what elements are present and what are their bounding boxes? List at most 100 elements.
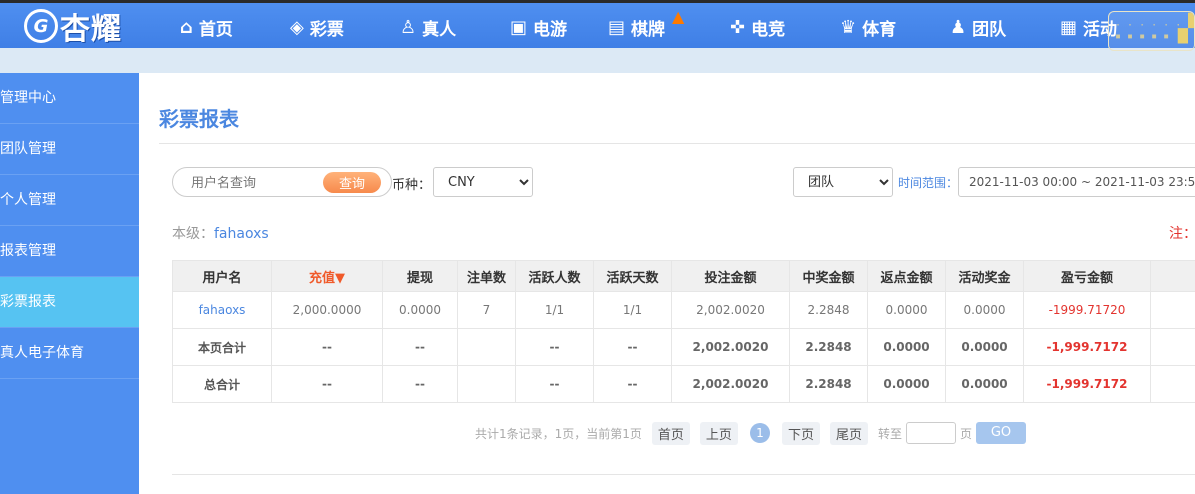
col-profit-loss[interactable]: 盈亏金额 xyxy=(1023,260,1151,292)
scope-select[interactable]: 团队 xyxy=(793,167,893,197)
gamepad-icon: ✜ xyxy=(730,16,746,38)
logo-text: 杏耀 xyxy=(60,12,122,47)
top-nav-bar: G 杏耀 ⌂ 首页 ◈ 彩票 ♙ 真人 ▣ 电游 ▤ 棋牌 ▲ ✜ 电竞 ♛ 体… xyxy=(0,0,1195,51)
cell-grand-total-deposit: -- xyxy=(271,365,383,403)
nav-sports[interactable]: ♛ 体育 xyxy=(840,11,896,43)
cell-bet-count: 7 xyxy=(457,291,516,329)
cell-username[interactable]: fahaoxs xyxy=(172,291,272,329)
prev-page-button[interactable]: 上页 xyxy=(699,421,738,445)
sidebar-item-live-sports[interactable]: 真人电子体育 xyxy=(0,328,139,379)
cell-active-days: 1/1 xyxy=(593,291,672,329)
cell-grand-total-withdraw: -- xyxy=(382,365,458,403)
cell-page-total-profit-loss: -1,999.7172 xyxy=(1023,328,1151,366)
nav-cards-label: 棋牌 xyxy=(631,19,666,40)
time-range-input[interactable]: 2021-11-03 00:00 ~ 2021-11-03 23:59 xyxy=(958,167,1195,197)
corner-watermark-logo: · · · · · ·▪ ▪ ▪ ▪ ▪ ▞ xyxy=(1108,11,1195,51)
col-active-users[interactable]: 活跃人数 xyxy=(515,260,594,292)
nav-esports-label: 电竞 xyxy=(751,19,786,40)
sidebar-item-report-management[interactable]: 报表管理 xyxy=(0,226,139,277)
col-active-days[interactable]: 活跃天数 xyxy=(593,260,672,292)
cell-profit-loss: -1999.71720 xyxy=(1023,291,1151,329)
nav-lottery[interactable]: ◈ 彩票 xyxy=(290,11,344,43)
cell-deposit: 2,000.0000 xyxy=(271,291,383,329)
logo-mark-icon: G xyxy=(24,9,58,43)
nav-live-label: 真人 xyxy=(422,19,457,40)
cell-page-total-active-days: -- xyxy=(593,328,672,366)
current-level: 本级：fahaoxs xyxy=(172,223,269,243)
table-row: fahaoxs 2,000.0000 0.0000 7 1/1 1/1 2,00… xyxy=(172,291,1195,329)
goto-page-input[interactable] xyxy=(905,422,956,444)
last-page-button[interactable]: 尾页 xyxy=(829,421,868,445)
cell-page-total-rebate: 0.0000 xyxy=(867,328,946,366)
goto-label: 转至 xyxy=(877,426,902,441)
cell-page-total-active-users: -- xyxy=(515,328,594,366)
cell-page-total-bet-amount: 2,002.0020 xyxy=(671,328,790,366)
cell-activity-bonus: 0.0000 xyxy=(945,291,1024,329)
title-divider xyxy=(159,143,1195,144)
col-deposit-sort[interactable]: 充值▼ xyxy=(271,260,383,292)
nav-team-label: 团队 xyxy=(972,19,1007,40)
col-username[interactable]: 用户名 xyxy=(172,260,272,292)
cell-withdraw: 0.0000 xyxy=(382,291,458,329)
slot-machine-icon: ▣ xyxy=(510,16,528,38)
sidebar-item-personal-management[interactable]: 个人管理 xyxy=(0,175,139,226)
bottom-divider xyxy=(172,474,1195,475)
nav-team[interactable]: ♟ 团队 xyxy=(950,11,1006,43)
sidebar-item-management-center[interactable]: 管理中心 xyxy=(0,73,139,124)
col-win-amount[interactable]: 中奖金额 xyxy=(789,260,868,292)
col-bet-count[interactable]: 注单数 xyxy=(457,260,516,292)
cell-grand-total-win-amount: 2.2848 xyxy=(789,365,868,403)
cell-win-amount: 2.2848 xyxy=(789,291,868,329)
cell-grand-total-rebate: 0.0000 xyxy=(867,365,946,403)
live-dealer-icon: ♙ xyxy=(400,16,417,38)
cell-page-total-extra xyxy=(1150,328,1195,366)
cell-page-total-withdraw: -- xyxy=(382,328,458,366)
cell-page-total-win-amount: 2.2848 xyxy=(789,328,868,366)
cell-grand-total-profit-loss: -1,999.7172 xyxy=(1023,365,1151,403)
col-activity-bonus[interactable]: 活动奖金 xyxy=(945,260,1024,292)
nav-home[interactable]: ⌂ 首页 xyxy=(180,11,233,43)
nav-slots-label: 电游 xyxy=(533,19,568,40)
hot-flame-icon: ▲ xyxy=(672,7,685,26)
currency-select[interactable]: CNY xyxy=(433,167,533,197)
next-page-button[interactable]: 下页 xyxy=(781,421,820,445)
table-header-row: 用户名 充值▼ 提现 注单数 活跃人数 活跃天数 投注金额 中奖金额 返点金额 … xyxy=(172,260,1195,292)
gift-icon: ▦ xyxy=(1060,16,1078,38)
cell-grand-total-bet-amount: 2,002.0020 xyxy=(671,365,790,403)
pagination-summary: 共计1条记录，1页，当前第1页 xyxy=(475,426,642,441)
nav-sports-label: 体育 xyxy=(862,19,897,40)
cell-page-total-deposit: -- xyxy=(271,328,383,366)
page-unit-label: 页 xyxy=(959,426,972,441)
level-username[interactable]: fahaoxs xyxy=(214,226,269,242)
sidebar: 管理中心 团队管理 个人管理 报表管理 彩票报表 真人电子体育 xyxy=(0,73,139,494)
col-rebate-amount[interactable]: 返点金额 xyxy=(867,260,946,292)
first-page-button[interactable]: 首页 xyxy=(651,421,690,445)
username-search-input[interactable] xyxy=(191,173,311,193)
cell-grand-total-active-days: -- xyxy=(593,365,672,403)
report-table: 用户名 充值▼ 提现 注单数 活跃人数 活跃天数 投注金额 中奖金额 返点金额 … xyxy=(172,260,1195,403)
main-content: 彩票报表 查询 币种： CNY 团队 时间范围： 2021-11-03 00:0… xyxy=(139,73,1195,494)
pagination: 共计1条记录，1页，当前第1页 首页 上页 1 下页 尾页 转至 页 GO xyxy=(475,421,1026,445)
ticket-icon: ◈ xyxy=(290,16,304,38)
col-withdraw[interactable]: 提现 xyxy=(382,260,458,292)
sidebar-item-team-management[interactable]: 团队管理 xyxy=(0,124,139,175)
col-bet-amount[interactable]: 投注金额 xyxy=(671,260,790,292)
go-button[interactable]: GO xyxy=(976,422,1026,444)
current-page-indicator[interactable]: 1 xyxy=(749,423,770,443)
nav-cards[interactable]: ▤ 棋牌 xyxy=(608,11,665,43)
cell-bet-amount: 2,002.0020 xyxy=(671,291,790,329)
home-icon: ⌂ xyxy=(180,16,193,38)
cell-action-link[interactable] xyxy=(1150,291,1195,329)
nav-live[interactable]: ♙ 真人 xyxy=(400,11,456,43)
nav-esports[interactable]: ✜ 电竞 xyxy=(730,11,785,43)
brand-logo[interactable]: G 杏耀 xyxy=(24,5,122,47)
level-label: 本级： xyxy=(172,226,214,242)
query-button[interactable]: 查询 xyxy=(323,172,381,193)
nav-lottery-label: 彩票 xyxy=(309,19,344,40)
grand-total-row: 总合计 -- -- -- -- 2,002.0020 2.2848 0.0000… xyxy=(172,365,1195,403)
sidebar-item-lottery-report[interactable]: 彩票报表 xyxy=(0,277,139,328)
cell-grand-total-bet-count xyxy=(457,365,516,403)
cell-page-total-label: 本页合计 xyxy=(172,328,272,366)
currency-label: 币种： xyxy=(392,178,432,193)
nav-slots[interactable]: ▣ 电游 xyxy=(510,11,567,43)
